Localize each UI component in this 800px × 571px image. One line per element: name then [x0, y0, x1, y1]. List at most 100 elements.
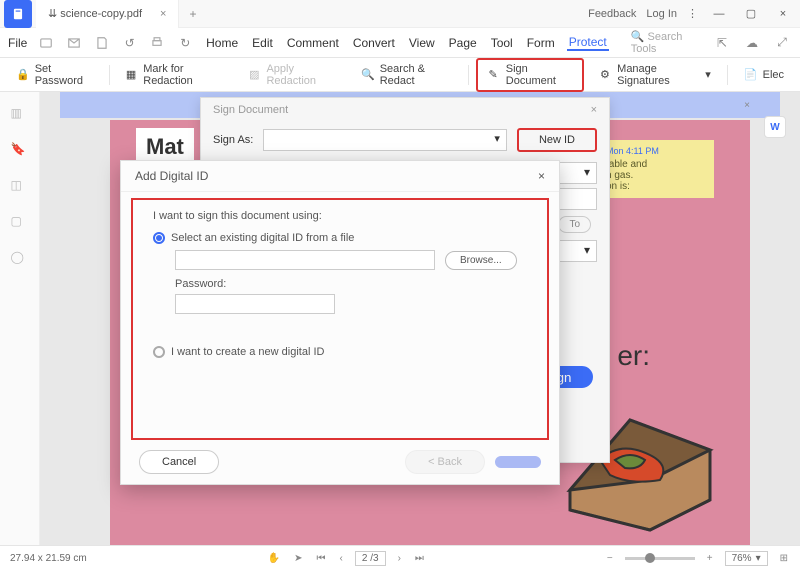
- save-icon[interactable]: [93, 33, 111, 53]
- document-area: This document contains interactive form …: [40, 92, 800, 545]
- chevron-down-icon: ▾: [584, 243, 590, 257]
- prev-page-icon[interactable]: ‹: [338, 553, 345, 564]
- add-dialog-footer: Cancel < Back: [121, 440, 559, 484]
- search-icon: 🔍: [361, 68, 375, 82]
- fit-page-icon[interactable]: ⊞: [778, 553, 790, 564]
- new-tab-button[interactable]: +: [179, 7, 206, 21]
- add-dialog-prompt: I want to sign this document using:: [153, 210, 527, 222]
- add-dialog-body: I want to sign this document using: Sele…: [131, 198, 549, 440]
- select-tool-icon[interactable]: ➤: [292, 553, 304, 564]
- zoom-in-icon[interactable]: +: [705, 553, 715, 564]
- zoom-out-icon[interactable]: −: [605, 553, 615, 564]
- last-page-icon[interactable]: ⏭: [413, 553, 426, 564]
- next-page-icon[interactable]: ›: [396, 553, 403, 564]
- tab-convert[interactable]: Convert: [351, 36, 397, 50]
- menubar: File ↺ ↻ Home Edit Comment Convert View …: [0, 28, 800, 58]
- chevron-down-icon: ▾: [756, 553, 761, 564]
- cloud-icon[interactable]: ☁: [742, 33, 762, 53]
- tab-view[interactable]: View: [407, 36, 437, 50]
- maximize-button[interactable]: ▢: [740, 7, 762, 20]
- tab-protect[interactable]: Protect: [567, 35, 609, 51]
- zoom-thumb[interactable]: [645, 553, 655, 563]
- sign-document-button[interactable]: ✎Sign Document: [476, 58, 584, 92]
- zoom-slider[interactable]: [625, 557, 695, 560]
- page-indicator[interactable]: 2 /3: [355, 551, 386, 566]
- add-dialog-close-icon[interactable]: ×: [538, 169, 545, 183]
- word-export-icon[interactable]: W: [764, 116, 786, 138]
- redact-icon: ▦: [126, 68, 138, 82]
- file-menu[interactable]: File: [8, 36, 27, 50]
- tab-comment[interactable]: Comment: [285, 36, 341, 50]
- manage-signatures-button[interactable]: ⚙Manage Signatures▾: [592, 59, 719, 91]
- tab-close-icon[interactable]: ×: [160, 8, 166, 20]
- to-label: To: [558, 216, 591, 233]
- tab-filename: science-copy.pdf: [60, 8, 142, 20]
- zoom-level[interactable]: 76%▾: [725, 551, 768, 566]
- pin-icon: ⇊: [48, 7, 57, 20]
- back-button[interactable]: < Back: [405, 450, 485, 474]
- apply-icon: ▨: [249, 68, 261, 82]
- tab-home[interactable]: Home: [204, 36, 240, 50]
- apply-redaction-button[interactable]: ▨Apply Redaction: [241, 59, 345, 91]
- left-sidebar: ▥ 🔖 ◫ ▢ ◯: [0, 92, 40, 545]
- search-tools[interactable]: 🔍 Search Tools: [631, 30, 702, 55]
- password-input[interactable]: [175, 294, 335, 314]
- sign-dialog-close-icon[interactable]: ×: [591, 104, 597, 116]
- expand-icon[interactable]: ⤢: [772, 33, 792, 53]
- app-logo: [4, 0, 32, 28]
- protect-toolbar: 🔒Set Password ▦Mark for Redaction ▨Apply…: [0, 58, 800, 92]
- sticky-header: Mon 4:11 PM: [606, 146, 706, 156]
- tab-tool[interactable]: Tool: [489, 36, 515, 50]
- lock-icon: 🔒: [16, 68, 30, 82]
- radio-unchecked-icon: [153, 346, 165, 358]
- undo-icon[interactable]: ↺: [121, 33, 139, 53]
- attachments-icon[interactable]: ◫: [11, 178, 29, 196]
- existing-id-file-input[interactable]: [175, 250, 435, 270]
- mark-redaction-button[interactable]: ▦Mark for Redaction: [118, 59, 233, 91]
- banner-close-icon[interactable]: ×: [744, 100, 750, 111]
- tab-form[interactable]: Form: [525, 36, 557, 50]
- document-tab[interactable]: ⇊ science-copy.pdf ×: [36, 0, 179, 28]
- manage-icon: ⚙: [600, 68, 612, 82]
- sign-dialog-title: Sign Document: [213, 104, 288, 116]
- tab-page[interactable]: Page: [447, 36, 479, 50]
- bookmarks-icon[interactable]: 🔖: [11, 142, 29, 160]
- feedback-link[interactable]: Feedback: [588, 8, 636, 20]
- browse-button[interactable]: Browse...: [445, 251, 517, 270]
- sticky-note: Mon 4:11 PM table and n gas. on is:: [598, 140, 714, 198]
- thumbnails-icon[interactable]: ▥: [11, 106, 29, 124]
- er-text: er:: [617, 340, 650, 372]
- elec-button[interactable]: 📄Elec: [736, 64, 792, 86]
- signature-icon: ✎: [488, 68, 500, 82]
- print-icon[interactable]: [149, 33, 167, 53]
- mail-icon[interactable]: [65, 33, 83, 53]
- share-icon[interactable]: ⇱: [712, 33, 732, 53]
- tab-edit[interactable]: Edit: [250, 36, 275, 50]
- set-password-button[interactable]: 🔒Set Password: [8, 59, 101, 91]
- cancel-button[interactable]: Cancel: [139, 450, 219, 474]
- option-new-id[interactable]: I want to create a new digital ID: [153, 346, 527, 358]
- minimize-button[interactable]: —: [708, 8, 730, 20]
- login-link[interactable]: Log In: [646, 8, 677, 20]
- statusbar: 27.94 x 21.59 cm ✋ ➤ ⏮ ‹ 2 /3 › ⏭ − + 76…: [0, 545, 800, 571]
- close-window-button[interactable]: ×: [772, 8, 794, 20]
- comments-icon[interactable]: ◯: [11, 250, 29, 268]
- sign-as-dropdown[interactable]: ▾: [263, 129, 507, 151]
- open-icon[interactable]: [37, 33, 55, 53]
- next-button[interactable]: [495, 456, 541, 468]
- first-page-icon[interactable]: ⏮: [315, 553, 328, 564]
- hand-tool-icon[interactable]: ✋: [266, 553, 282, 564]
- page-dimensions: 27.94 x 21.59 cm: [10, 553, 87, 564]
- kebab-icon[interactable]: ⋮: [687, 7, 698, 20]
- redo-icon[interactable]: ↻: [176, 33, 194, 53]
- password-label: Password:: [175, 278, 527, 290]
- chevron-down-icon: ▾: [494, 132, 500, 145]
- chevron-down-icon: ▾: [705, 68, 711, 81]
- add-digital-id-dialog: Add Digital ID × I want to sign this doc…: [120, 160, 560, 485]
- new-id-button[interactable]: New ID: [517, 128, 597, 152]
- clipboard-icon[interactable]: ▢: [11, 214, 29, 232]
- search-redact-button[interactable]: 🔍Search & Redact: [353, 59, 460, 91]
- chevron-down-icon: ▾: [584, 165, 590, 179]
- option-existing-id[interactable]: Select an existing digital ID from a fil…: [153, 232, 527, 244]
- sign-as-label: Sign As:: [213, 134, 253, 146]
